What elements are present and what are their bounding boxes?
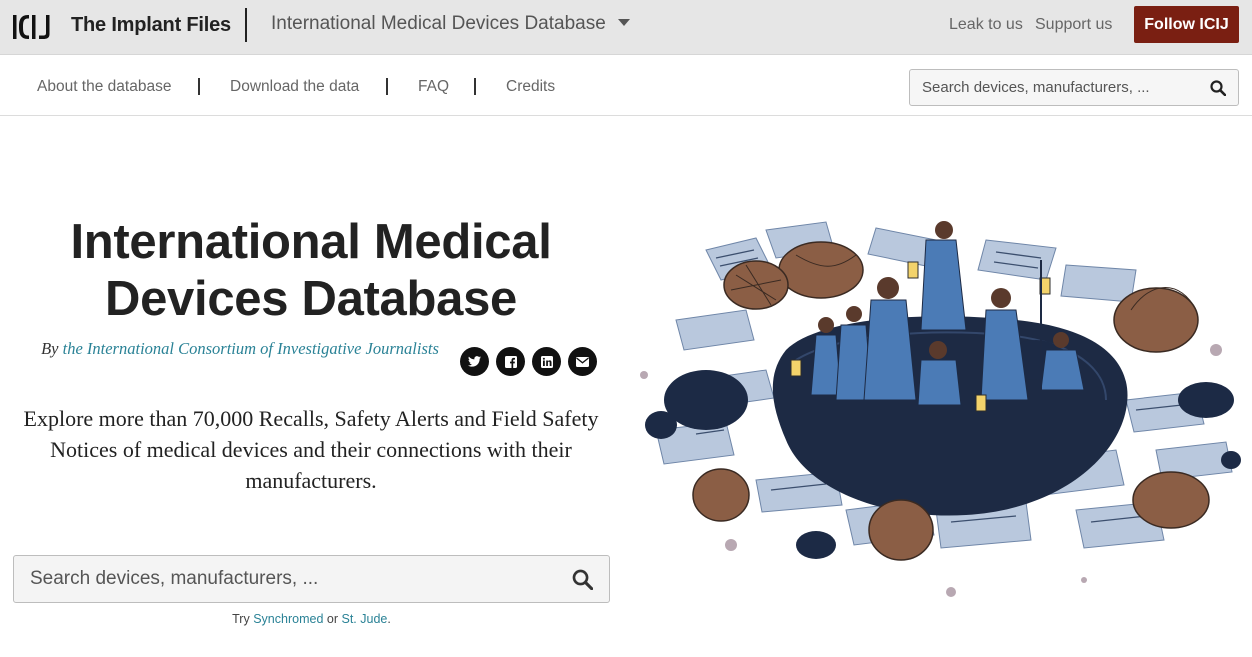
nav-faq[interactable]: FAQ — [418, 78, 449, 96]
suggestion-st-jude-link[interactable]: St. Jude — [342, 612, 388, 626]
caret-down-icon — [617, 18, 630, 26]
page-title-line-1: International Medical — [70, 215, 552, 269]
page-title-line-2: Devices Database — [105, 272, 517, 326]
facebook-icon[interactable] — [496, 347, 525, 376]
support-us-link[interactable]: Support us — [1035, 16, 1112, 34]
suggestion-synchromed-link[interactable]: Synchromed — [253, 612, 323, 626]
leak-to-us-link[interactable]: Leak to us — [949, 16, 1023, 34]
secondary-nav: About the database Download the data FAQ… — [0, 56, 1252, 116]
linkedin-icon[interactable] — [532, 347, 561, 376]
intro-text: Explore more than 70,000 Recalls, Safety… — [23, 406, 599, 493]
byline: By the International Consortium of Inves… — [40, 336, 440, 362]
nav-divider — [198, 78, 200, 95]
page-title: International Medical Devices Database — [10, 214, 612, 328]
nav-credits[interactable]: Credits — [506, 78, 555, 96]
nav-download-data[interactable]: Download the data — [230, 78, 359, 96]
share-buttons — [460, 347, 597, 376]
brand-title[interactable]: The Implant Files — [71, 14, 231, 37]
nav-divider — [386, 78, 388, 95]
nav-about-database[interactable]: About the database — [37, 78, 171, 96]
nav-search-input[interactable] — [910, 70, 1190, 105]
project-dropdown[interactable]: International Medical Devices Database — [271, 13, 630, 35]
main-search-box — [13, 555, 610, 603]
icij-author-link[interactable]: the International Consortium of Investig… — [63, 339, 439, 358]
search-suggestions: Try Synchromed or St. Jude. — [13, 612, 610, 626]
twitter-icon[interactable] — [460, 347, 489, 376]
try-or: or — [326, 612, 339, 626]
follow-icij-button[interactable]: Follow ICIJ — [1134, 6, 1239, 43]
nav-divider — [474, 78, 476, 95]
try-suffix: . — [387, 612, 391, 626]
email-icon[interactable] — [568, 347, 597, 376]
project-dropdown-label: International Medical Devices Database — [271, 13, 606, 34]
main-search-input[interactable] — [14, 556, 534, 602]
search-icon[interactable] — [572, 569, 593, 590]
byline-prefix: By — [41, 339, 59, 358]
try-prefix: Try — [232, 612, 250, 626]
header-divider — [245, 8, 247, 42]
hero-illustration — [640, 221, 1241, 597]
icij-logo[interactable] — [12, 12, 52, 42]
search-icon[interactable] — [1210, 80, 1226, 96]
top-bar: The Implant Files International Medical … — [0, 0, 1252, 55]
nav-search-box — [909, 69, 1239, 106]
